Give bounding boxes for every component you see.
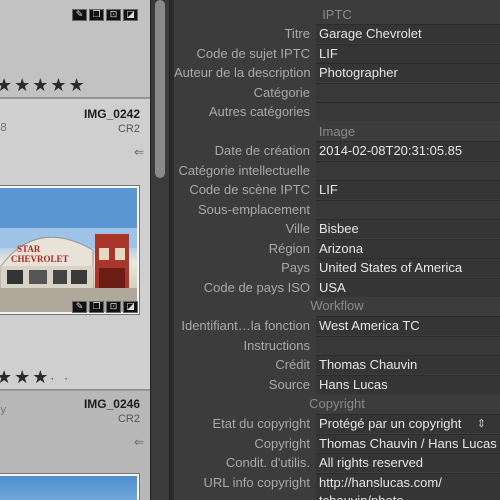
field-instructions: Instructions [174,336,500,356]
crop-badge-icon[interactable]: ⊡ [106,301,121,313]
thumb-badges: ✎ ❐ ⊡ ◪ [72,301,138,313]
job-identifier-input[interactable]: West America TC [316,316,500,335]
iso-country-code-input[interactable]: USA [316,278,500,297]
field-copyright: Copyright Thomas Chauvin / Hans Lucas [174,434,500,454]
grid-cell[interactable]: 8 IMG_0242 CR2 ⇐ STAR CHEVROLET ✎ ❐ ⊡ ◪ … [0,98,150,390]
collection-badge-icon[interactable]: ❐ [89,9,104,21]
sky-photo [0,476,137,500]
field-copyright-url: URL info copyright http://hanslucas.com/ … [174,473,500,500]
svg-text:STAR: STAR [17,244,41,254]
scrollbar-thumb[interactable] [155,0,165,178]
develop-badge-icon[interactable]: ◪ [123,301,138,313]
field-copyright-status: Etat du copyright Protégé par un copyrigh… [174,414,500,434]
field-intellectual-genre: Catégorie intellectuelle [174,161,500,181]
country-input[interactable]: United States of America [316,258,500,277]
field-category: Catégorie [174,83,500,103]
field-country: Pays United States of America [174,258,500,278]
field-scene-code: Code de scène IPTC LIF [174,180,500,200]
instructions-input[interactable] [316,336,500,355]
scene-code-input[interactable]: LIF [316,180,500,199]
thumbnail[interactable]: STAR CHEVROLET [0,185,140,315]
sublocation-input[interactable] [316,200,500,219]
cell-filename: IMG_0246 [83,397,140,411]
field-other-categories: Autres catégories [174,102,500,122]
source-input[interactable]: Hans Lucas [316,375,500,394]
title-input[interactable]: Garage Chevrolet [316,24,500,43]
field-job-identifier: Identifiant…la fonction West America TC [174,316,500,336]
field-iso-country-code: Code de pays ISO USA [174,278,500,298]
photo-grid: ✎ ❐ ⊡ ◪ ★★★★★ 8 IMG_0242 CR2 ⇐ STAR CHEV… [0,0,150,500]
sync-arrow-icon[interactable]: ⇐ [134,145,144,159]
field-subject-code: Code de sujet IPTC LIF [174,44,500,64]
garage-photo: STAR CHEVROLET [0,188,137,312]
city-input[interactable]: Bisbee [316,219,500,238]
field-city: Ville Bisbee [174,219,500,239]
description-writer-input[interactable]: Photographer [316,63,500,82]
subject-code-input[interactable]: LIF [316,44,500,63]
field-sublocation: Sous-emplacement [174,200,500,220]
section-image: Image [318,124,356,139]
grid-cell[interactable]: ✎ ❐ ⊡ ◪ ★★★★★ [0,0,150,98]
credit-input[interactable]: Thomas Chauvin [316,355,500,374]
cell-index: y [0,403,7,416]
date-created-input[interactable]: 2014-02-08T20:31:05.85 [316,141,500,160]
keyword-badge-icon[interactable]: ✎ [72,9,87,21]
copyright-status-select[interactable]: Protégé par un copyright ⇕ [316,414,500,433]
field-credit: Crédit Thomas Chauvin [174,355,500,375]
field-title: Titre Garage Chevrolet [174,24,500,44]
field-date-created: Date de création 2014-02-08T20:31:05.85 [174,141,500,161]
garage-illustration: STAR CHEVROLET [0,188,137,312]
metadata-panel: IPTC Titre Garage Chevrolet Code de sujet… [174,0,500,500]
thumbnail[interactable] [0,473,140,500]
state-input[interactable]: Arizona [316,239,500,258]
cell-filetype: CR2 [117,123,140,135]
category-input[interactable] [316,83,500,102]
cell-filename: IMG_0242 [83,107,140,121]
star-rating[interactable]: ★★★★★ [0,75,87,96]
rights-usage-input[interactable]: All rights reserved [316,453,500,472]
section-workflow: Workflow [310,298,364,313]
cell-filetype: CR2 [117,413,140,425]
dropdown-arrows-icon: ⇕ [476,418,486,430]
section-copyright: Copyright [309,396,365,411]
copyright-url-input[interactable]: http://hanslucas.com/ tchauvin/photo [316,473,500,500]
cell-index: 8 [0,121,7,134]
svg-text:CHEVROLET: CHEVROLET [11,254,69,264]
copyright-input[interactable]: Thomas Chauvin / Hans Lucas [316,434,500,453]
field-rights-usage: Condit. d'utilis. All rights reserved [174,453,500,473]
star-rating[interactable]: ★★★·· [0,367,78,388]
collection-badge-icon[interactable]: ❐ [89,301,104,313]
grid-cell[interactable]: y IMG_0246 CR2 ⇐ [0,390,150,500]
thumb-badges: ✎ ❐ ⊡ ◪ [72,9,138,21]
keyword-badge-icon[interactable]: ✎ [72,301,87,313]
sync-arrow-icon[interactable]: ⇐ [134,435,144,449]
section-iptc: IPTC [322,7,352,22]
field-source: Source Hans Lucas [174,375,500,395]
field-state: Région Arizona [174,239,500,259]
other-categories-input[interactable] [316,102,500,121]
develop-badge-icon[interactable]: ◪ [123,9,138,21]
grid-scrollbar[interactable] [150,0,170,500]
field-description-writer: Auteur de la description Photographer [174,63,500,83]
intellectual-genre-input[interactable] [316,161,500,180]
crop-badge-icon[interactable]: ⊡ [106,9,121,21]
